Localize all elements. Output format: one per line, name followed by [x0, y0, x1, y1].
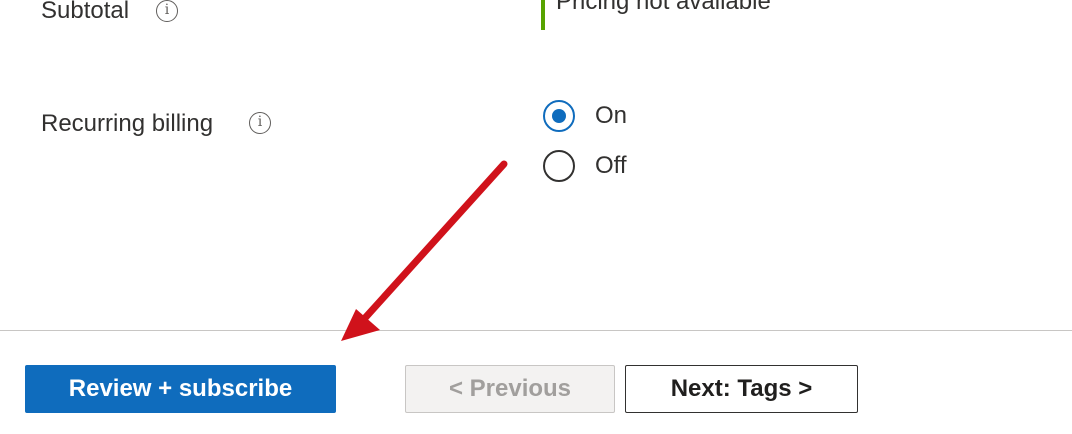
previous-button[interactable]: < Previous: [405, 365, 615, 413]
subtotal-label: Subtotal: [41, 0, 130, 24]
info-icon[interactable]: i: [156, 0, 178, 22]
radio-label-on[interactable]: On: [595, 102, 627, 130]
info-icon[interactable]: i: [249, 112, 271, 134]
review-subscribe-button[interactable]: Review + subscribe: [25, 365, 336, 413]
next-tags-button[interactable]: Next: Tags >: [625, 365, 858, 413]
arrow-shaft: [361, 160, 508, 322]
pricing-status-text: Pricing not available: [556, 0, 771, 15]
footer-divider: [0, 330, 1072, 331]
arrow-head: [341, 309, 380, 341]
radio-label-off[interactable]: Off: [595, 152, 627, 180]
pricing-status: Pricing not available: [541, 0, 771, 30]
radio-selected-icon[interactable]: [543, 100, 575, 132]
radio-dot: [552, 109, 566, 123]
radio-unselected-icon[interactable]: [543, 150, 575, 182]
recurring-billing-off-radio[interactable]: Off: [543, 148, 627, 184]
recurring-billing-label: Recurring billing: [41, 110, 214, 137]
recurring-billing-on-radio[interactable]: On: [543, 98, 627, 134]
billing-form-canvas: Subtotal i Pricing not available Recurri…: [0, 0, 1072, 434]
